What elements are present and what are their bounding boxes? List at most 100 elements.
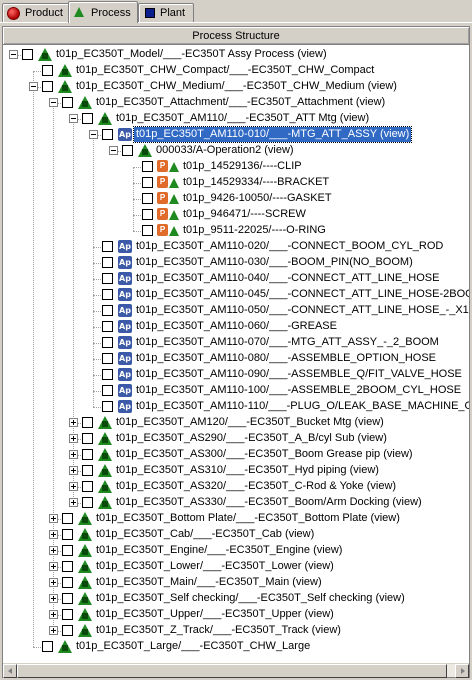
row-checkbox[interactable] — [62, 577, 73, 588]
row-checkbox[interactable] — [82, 433, 93, 444]
expand-plus-icon[interactable] — [69, 466, 78, 475]
row-checkbox[interactable] — [102, 385, 113, 396]
tree-row[interactable]: Ap t01p_EC350T_AM110-080/___-ASSEMBLE_OPT… — [3, 351, 469, 367]
tree-row[interactable]: t01p_EC350T_Upper/___-EC350T_Upper (view… — [3, 607, 469, 623]
row-checkbox[interactable] — [142, 193, 153, 204]
row-checkbox[interactable] — [102, 353, 113, 364]
tree-row[interactable]: Pt01p_14529334/----BRACKET — [3, 175, 469, 191]
row-checkbox[interactable] — [62, 625, 73, 636]
tree-row[interactable]: Ap t01p_EC350T_AM110-010/___-MTG_ATT_ASSY… — [3, 126, 469, 143]
tree-row[interactable]: t01p_EC350T_CHW_Compact/___-EC350T_CHW_C… — [3, 63, 469, 79]
row-checkbox[interactable] — [142, 225, 153, 236]
tree-row[interactable]: t01p_EC350T_Bottom Plate/___-EC350T_Bott… — [3, 511, 469, 527]
tree-row[interactable]: t01p_EC350T_Cab/___-EC350T_Cab (view) — [3, 527, 469, 543]
expand-plus-icon[interactable] — [69, 498, 78, 507]
row-checkbox[interactable] — [82, 465, 93, 476]
row-checkbox[interactable] — [42, 641, 53, 652]
tree-row[interactable]: t01p_EC350T_Z_Track/___-EC350T_Track (vi… — [3, 623, 469, 639]
row-checkbox[interactable] — [102, 321, 113, 332]
tree-row[interactable]: t01p_EC350T_AS300/___-EC350T_Boom Grease… — [3, 447, 469, 463]
scroll-thumb[interactable] — [17, 664, 447, 678]
collapse-minus-icon[interactable] — [89, 130, 98, 139]
tree-row[interactable]: Ap t01p_EC350T_AM110-100/___-ASSEMBLE_2BO… — [3, 383, 469, 399]
tree-row[interactable]: t01p_EC350T_Lower/___-EC350T_Lower (view… — [3, 559, 469, 575]
tree-row[interactable]: t01p_EC350T_Engine/___-EC350T_Engine (vi… — [3, 543, 469, 559]
row-checkbox[interactable] — [102, 129, 113, 140]
horizontal-scrollbar[interactable] — [3, 663, 469, 678]
tree-row[interactable]: Ap t01p_EC350T_AM110-050/___-CONNECT_ATT_… — [3, 303, 469, 319]
tab-process[interactable]: Process — [68, 1, 138, 23]
expand-plus-icon[interactable] — [49, 546, 58, 555]
row-checkbox[interactable] — [102, 241, 113, 252]
tree-row[interactable]: t01p_EC350T_AS320/___-EC350T_C-Rod & Yok… — [3, 479, 469, 495]
row-checkbox[interactable] — [62, 561, 73, 572]
tree-row[interactable]: t01p_EC350T_AS290/___-EC350T_A_B/cyl Sub… — [3, 431, 469, 447]
expand-plus-icon[interactable] — [49, 626, 58, 635]
scroll-right-button[interactable] — [455, 664, 469, 678]
tree-row[interactable]: Ap t01p_EC350T_AM110-045/___-CONNECT_ATT_… — [3, 287, 469, 303]
expand-plus-icon[interactable] — [49, 514, 58, 523]
tree-row[interactable]: t01p_EC350T_CHW_Medium/___-EC350T_CHW_Me… — [3, 79, 469, 95]
panel-header[interactable]: Process Structure — [3, 27, 469, 45]
tree-row[interactable]: Ap t01p_EC350T_AM110-020/___-CONNECT_BOOM… — [3, 239, 469, 255]
tree-row[interactable]: Ap t01p_EC350T_AM110-040/___-CONNECT_ATT_… — [3, 271, 469, 287]
collapse-minus-icon[interactable] — [29, 82, 38, 91]
tree-row[interactable]: Pt01p_9511-22025/----O-RING — [3, 223, 469, 239]
row-checkbox[interactable] — [62, 609, 73, 620]
tree-row[interactable]: t01p_EC350T_Main/___-EC350T_Main (view) — [3, 575, 469, 591]
process-tree[interactable]: t01p_EC350T_Model/___-EC350T Assy Proces… — [3, 45, 469, 663]
expand-plus-icon[interactable] — [49, 562, 58, 571]
expand-plus-icon[interactable] — [49, 610, 58, 619]
row-checkbox[interactable] — [142, 209, 153, 220]
tree-row[interactable]: Ap t01p_EC350T_AM110-090/___-ASSEMBLE_Q/F… — [3, 367, 469, 383]
row-checkbox[interactable] — [102, 401, 113, 412]
tree-row[interactable]: Pt01p_9426-10050/----GASKET — [3, 191, 469, 207]
scroll-left-button[interactable] — [3, 664, 17, 678]
row-checkbox[interactable] — [122, 145, 133, 156]
collapse-minus-icon[interactable] — [9, 50, 18, 59]
row-checkbox[interactable] — [42, 81, 53, 92]
row-checkbox[interactable] — [82, 481, 93, 492]
tree-row[interactable]: t01p_EC350T_Attachment/___-EC350T_Attach… — [3, 95, 469, 111]
tree-row[interactable]: Ap t01p_EC350T_AM110-110/___-PLUG_O/LEAK_… — [3, 399, 469, 415]
row-checkbox[interactable] — [82, 497, 93, 508]
row-checkbox[interactable] — [82, 449, 93, 460]
row-checkbox[interactable] — [102, 273, 113, 284]
expand-plus-icon[interactable] — [69, 482, 78, 491]
expand-plus-icon[interactable] — [49, 530, 58, 539]
row-checkbox[interactable] — [102, 369, 113, 380]
row-checkbox[interactable] — [82, 417, 93, 428]
tree-row[interactable]: t01p_EC350T_Self checking/___-EC350T_Sel… — [3, 591, 469, 607]
tree-row[interactable]: Pt01p_946471/----SCREW — [3, 207, 469, 223]
row-checkbox[interactable] — [102, 289, 113, 300]
expand-plus-icon[interactable] — [69, 418, 78, 427]
tab-product[interactable]: Product — [2, 3, 70, 22]
row-checkbox[interactable] — [62, 97, 73, 108]
row-checkbox[interactable] — [62, 513, 73, 524]
tree-row[interactable]: t01p_EC350T_Large/___-EC350T_CHW_Large — [3, 639, 469, 655]
tree-row[interactable]: Pt01p_14529136/----CLIP — [3, 159, 469, 175]
tree-row[interactable]: Ap t01p_EC350T_AM110-060/___-GREASE — [3, 319, 469, 335]
collapse-minus-icon[interactable] — [49, 98, 58, 107]
expand-plus-icon[interactable] — [49, 594, 58, 603]
expand-plus-icon[interactable] — [49, 578, 58, 587]
tree-row[interactable]: t01p_EC350T_AM120/___-EC350T_Bucket Mtg … — [3, 415, 469, 431]
tree-row[interactable]: t01p_EC350T_AM110/___-EC350T_ATT Mtg (vi… — [3, 111, 469, 127]
row-checkbox[interactable] — [62, 593, 73, 604]
row-checkbox[interactable] — [142, 161, 153, 172]
tab-plant[interactable]: Plant — [138, 3, 194, 22]
tree-row[interactable]: t01p_EC350T_AS330/___-EC350T_Boom/Arm Do… — [3, 495, 469, 511]
row-checkbox[interactable] — [42, 65, 53, 76]
row-checkbox[interactable] — [142, 177, 153, 188]
row-checkbox[interactable] — [62, 545, 73, 556]
row-checkbox[interactable] — [82, 113, 93, 124]
row-checkbox[interactable] — [22, 49, 33, 60]
row-checkbox[interactable] — [102, 305, 113, 316]
expand-plus-icon[interactable] — [69, 434, 78, 443]
tree-row[interactable]: t01p_EC350T_Model/___-EC350T Assy Proces… — [3, 47, 469, 63]
tree-row[interactable]: Ap t01p_EC350T_AM110-030/___-BOOM_PIN(NO_… — [3, 255, 469, 271]
collapse-minus-icon[interactable] — [69, 114, 78, 123]
tree-row[interactable]: Ap t01p_EC350T_AM110-070/___-MTG_ATT_ASSY… — [3, 335, 469, 351]
row-checkbox[interactable] — [102, 257, 113, 268]
row-checkbox[interactable] — [62, 529, 73, 540]
